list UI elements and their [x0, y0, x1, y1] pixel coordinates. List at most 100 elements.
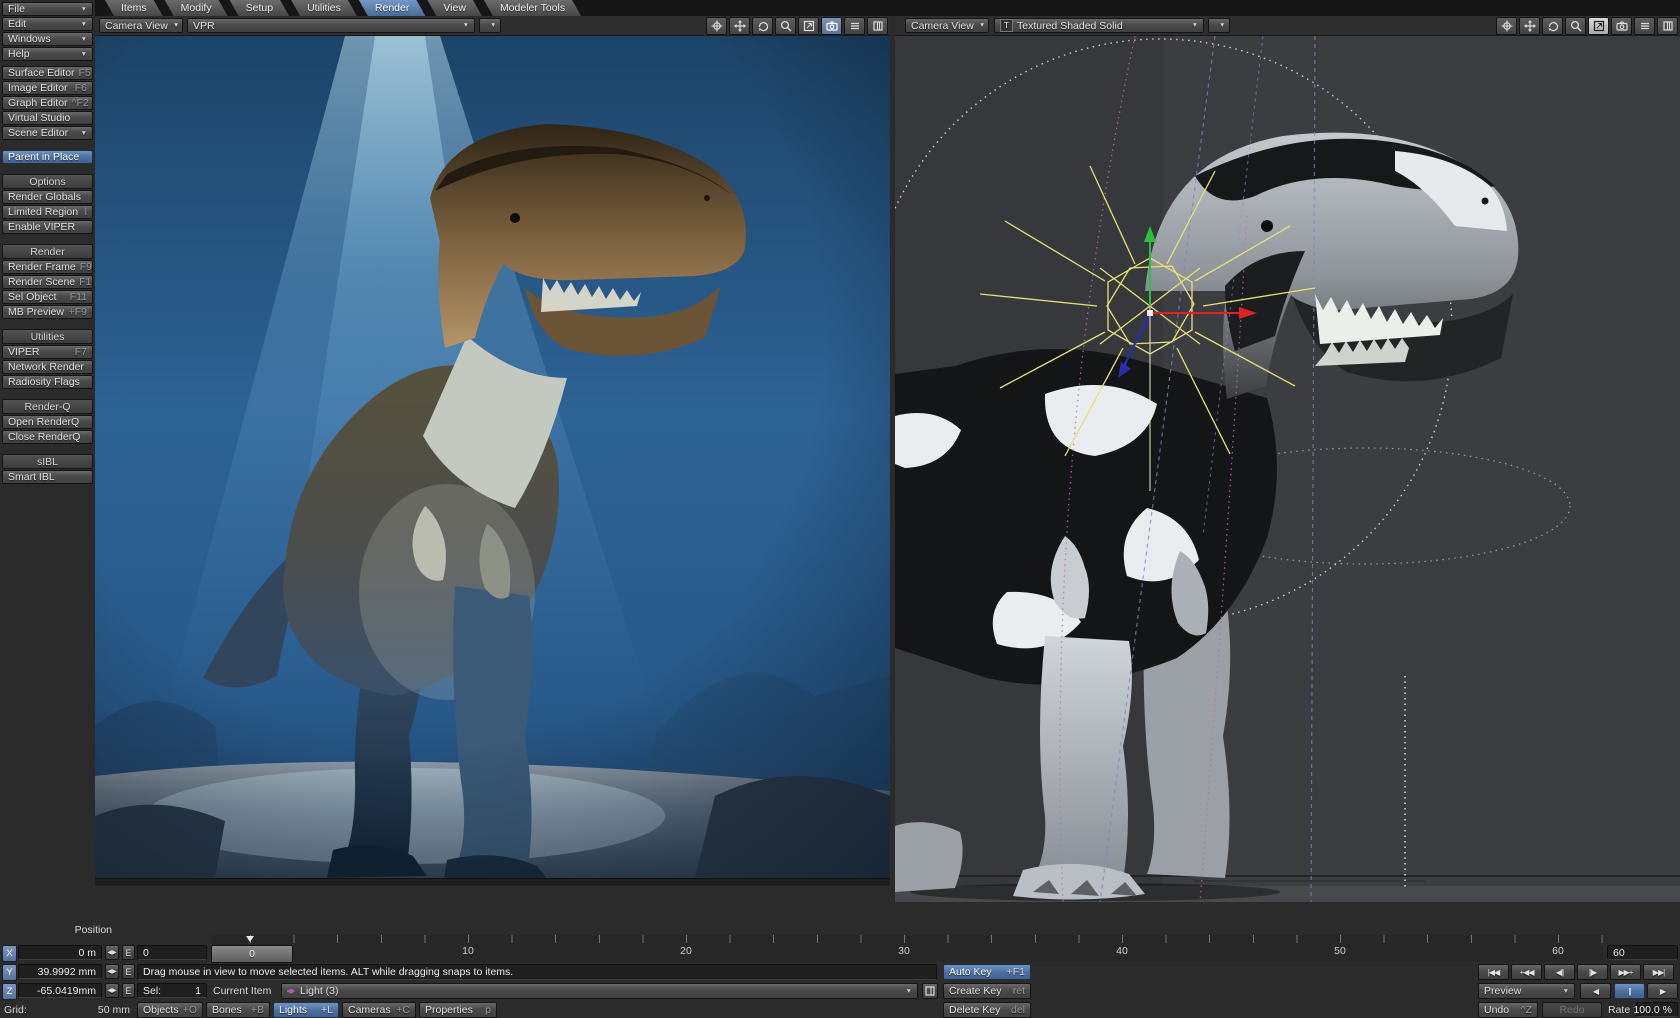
shaded-render-canvas[interactable] [895, 36, 1680, 903]
menu-edit[interactable]: Edit [2, 17, 93, 31]
menu-help[interactable]: Help [2, 47, 93, 61]
z-axis-toggle[interactable]: Z [2, 983, 17, 1000]
play-button[interactable]: ▶ [1647, 983, 1678, 999]
virtual-studio-button[interactable]: Virtual Studio [2, 111, 93, 125]
tick-label: 10 [453, 945, 483, 957]
render-mode-dropdown[interactable]: VPR [187, 18, 475, 33]
tab-items[interactable]: Items [105, 0, 163, 16]
graph-editor-button[interactable]: Graph Editor^F2 [2, 96, 93, 110]
preview-dropdown[interactable]: Preview [1478, 983, 1575, 999]
menu-icon[interactable] [1634, 17, 1655, 35]
mb-preview-button[interactable]: MB Preview+F9 [2, 305, 93, 319]
undo-button[interactable]: Undo^Z [1478, 1002, 1538, 1018]
vpr-render-canvas[interactable] [95, 36, 890, 878]
sel-object-button[interactable]: Sel ObjectF11 [2, 290, 93, 304]
network-render-button[interactable]: Network Render [2, 360, 93, 374]
zoom-icon[interactable] [1565, 17, 1586, 35]
viper-button[interactable]: VIPERF7 [2, 345, 93, 359]
render-frame-button[interactable]: Render FrameF9 [2, 260, 93, 274]
select-objects-button[interactable]: Objects+O [137, 1002, 203, 1018]
pan-icon[interactable] [706, 17, 727, 35]
item-list-button[interactable] [922, 983, 938, 999]
current-item-dropdown[interactable]: Light (3) [281, 983, 918, 999]
auto-key-button[interactable]: Auto Key+F1 [943, 964, 1031, 980]
zoom-icon[interactable] [775, 17, 796, 35]
left-toolbar: File Edit Windows Help Surface EditorF5 … [0, 0, 95, 903]
x-envelope-button[interactable]: E [122, 945, 135, 960]
camera-icon[interactable] [1611, 17, 1632, 35]
current-frame-field[interactable]: 0 [137, 945, 207, 960]
surface-editor-button[interactable]: Surface EditorF5 [2, 66, 93, 80]
z-position-field[interactable]: -65.0419mm [18, 983, 102, 998]
main-tabbar: Items Modify Setup Utilities Render View… [95, 0, 1680, 16]
open-renderq-button[interactable]: Open RenderQ [2, 415, 93, 429]
end-frame-field[interactable]: 60 [1607, 945, 1678, 960]
move-icon[interactable] [1519, 17, 1540, 35]
rotate-icon[interactable] [1542, 17, 1563, 35]
y-envelope-button[interactable]: E [122, 964, 135, 979]
underwater-trex-render [95, 36, 890, 878]
prev-keyframe-button[interactable]: +◀◀ [1511, 964, 1542, 980]
fit-view-icon[interactable] [1588, 17, 1609, 35]
z-envelope-button[interactable]: E [122, 983, 135, 998]
y-position-field[interactable]: 39.9992 mm [18, 964, 102, 979]
pan-icon[interactable] [1496, 17, 1517, 35]
smart-ibl-button[interactable]: Smart IBL [2, 470, 93, 484]
delete-key-button[interactable]: Delete Keydel [943, 1002, 1031, 1018]
tab-modeler-tools[interactable]: Modeler Tools [484, 0, 581, 16]
z-nudge-arrows[interactable]: ◀▶ [105, 983, 119, 998]
rate-field[interactable]: 100.0 % [1636, 1002, 1678, 1017]
go-last-frame-button[interactable]: ▶▶| [1643, 964, 1674, 980]
tab-render[interactable]: Render [359, 0, 425, 16]
menu-file[interactable]: File [2, 2, 93, 16]
prev-frame-button[interactable]: ◀|| [1544, 964, 1575, 980]
enable-viper-button[interactable]: Enable VIPER [2, 220, 93, 234]
play-reverse-button[interactable]: ◀ [1580, 983, 1611, 999]
tab-modify[interactable]: Modify [165, 0, 228, 16]
close-renderq-button[interactable]: Close RenderQ [2, 430, 93, 444]
next-keyframe-button[interactable]: ▶▶+ [1610, 964, 1641, 980]
select-cameras-button[interactable]: Cameras+C [342, 1002, 416, 1018]
tab-setup[interactable]: Setup [230, 0, 289, 16]
tab-view[interactable]: View [427, 0, 482, 16]
fit-view-icon[interactable] [798, 17, 819, 35]
select-lights-button[interactable]: Lights+L [273, 1002, 339, 1018]
x-position-field[interactable]: 0 m [18, 945, 102, 960]
properties-button[interactable]: Propertiesp [419, 1002, 497, 1018]
frame-slider-handle[interactable]: 0 [211, 945, 293, 963]
tick-label: 40 [1107, 945, 1137, 957]
x-axis-toggle[interactable]: X [2, 945, 17, 962]
viewport-options-dropdown[interactable] [1208, 18, 1230, 33]
view-type-dropdown[interactable]: Camera View [905, 18, 989, 33]
tab-utilities[interactable]: Utilities [291, 0, 357, 16]
go-first-frame-button[interactable]: |◀◀ [1478, 964, 1509, 980]
texture-mode-icon: T [1000, 19, 1013, 32]
render-scene-button[interactable]: Render SceneF10 [2, 275, 93, 289]
select-bones-button[interactable]: Bones+B [206, 1002, 270, 1018]
render-globals-button[interactable]: Render Globals [2, 190, 93, 204]
menu-icon[interactable] [844, 17, 865, 35]
move-icon[interactable] [729, 17, 750, 35]
scene-editor-button[interactable]: Scene Editor [2, 126, 93, 140]
view-type-dropdown[interactable]: Camera View [99, 18, 183, 33]
image-editor-button[interactable]: Image EditorF6 [2, 81, 93, 95]
y-axis-toggle[interactable]: Y [2, 964, 17, 981]
menu-windows[interactable]: Windows [2, 32, 93, 46]
current-item-label: Current Item [213, 985, 271, 997]
pause-button[interactable]: || [1614, 983, 1645, 999]
create-key-button[interactable]: Create Keyret [943, 983, 1031, 999]
rotate-icon[interactable] [752, 17, 773, 35]
timeline-ruler[interactable]: 10 20 30 40 50 60 0 [211, 935, 1603, 962]
x-nudge-arrows[interactable]: ◀▶ [105, 945, 119, 960]
camera-icon[interactable] [821, 17, 842, 35]
frame-range-icon[interactable] [1657, 17, 1678, 35]
y-nudge-arrows[interactable]: ◀▶ [105, 964, 119, 979]
viewport-options-dropdown[interactable] [479, 18, 501, 33]
parent-in-place-button[interactable]: Parent in Place [2, 150, 93, 164]
next-frame-button[interactable]: ||▶ [1577, 964, 1608, 980]
radiosity-flags-button[interactable]: Radiosity Flags [2, 375, 93, 389]
redo-button[interactable]: Redo [1542, 1002, 1602, 1018]
render-mode-dropdown[interactable]: TTextured Shaded Solid [994, 18, 1204, 33]
frame-range-icon[interactable] [867, 17, 888, 35]
limited-region-button[interactable]: Limited Regionl [2, 205, 93, 219]
